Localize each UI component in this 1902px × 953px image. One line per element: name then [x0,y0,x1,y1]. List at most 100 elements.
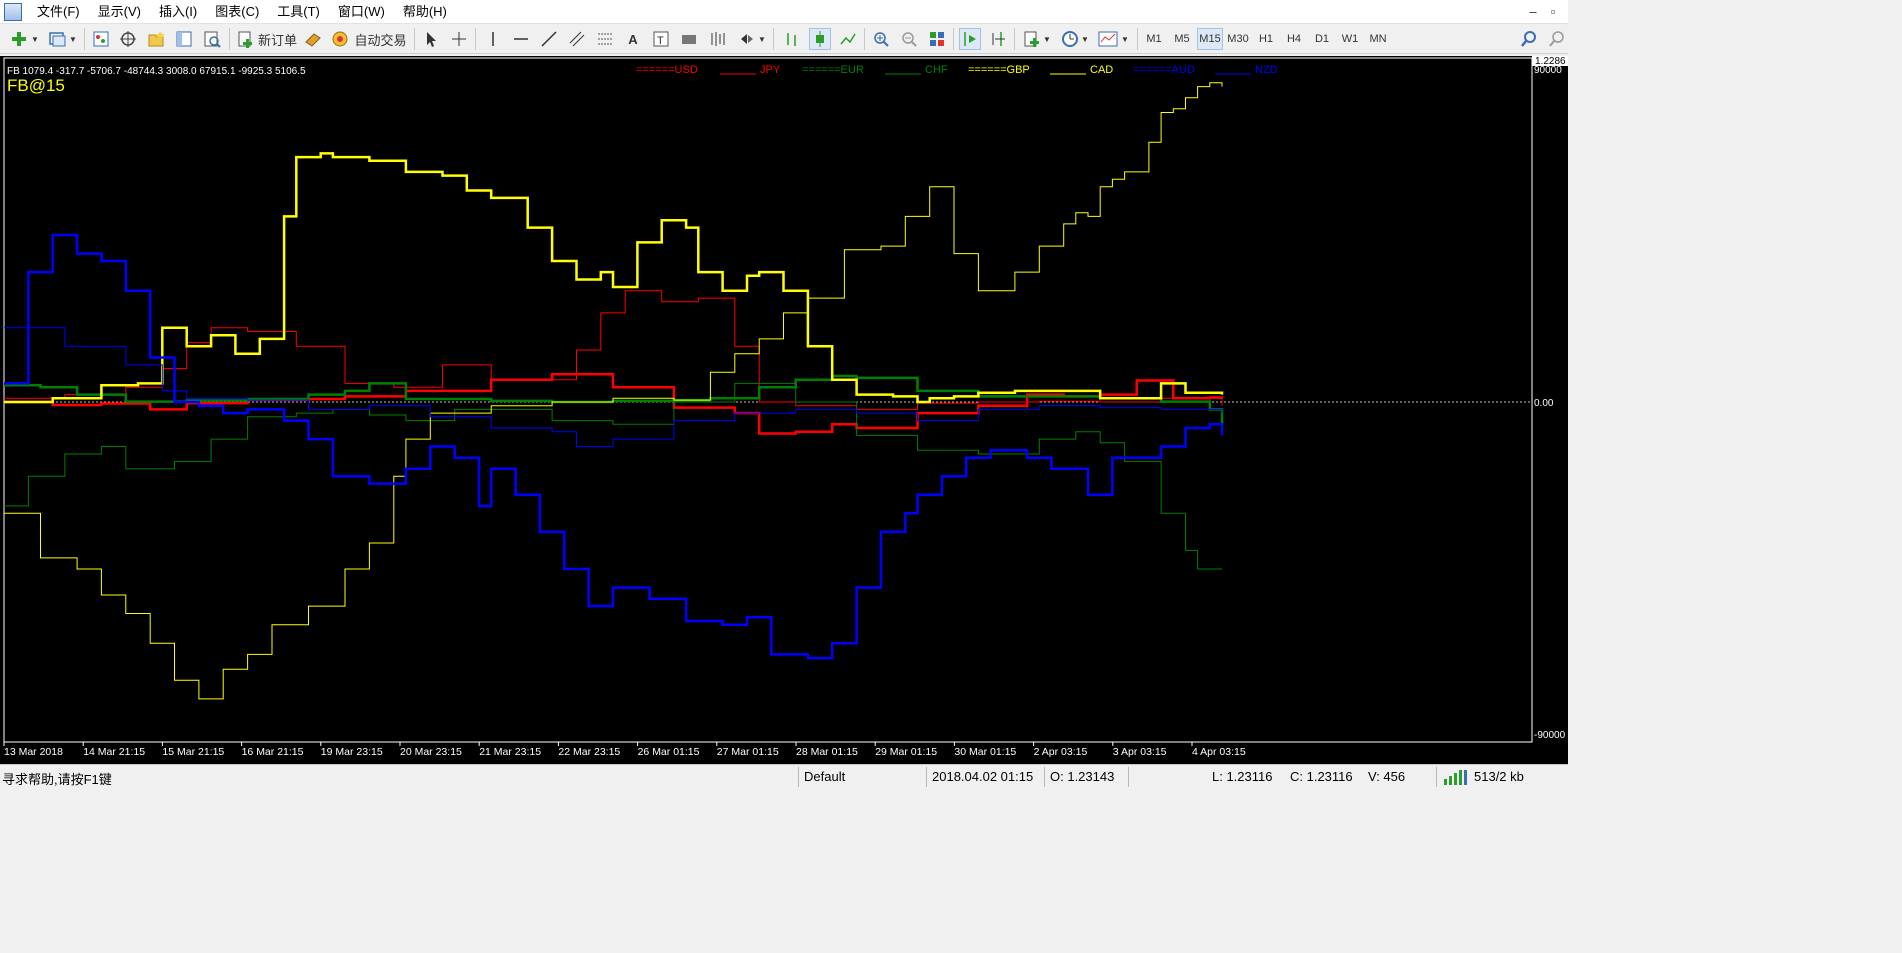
trendline-icon[interactable] [538,28,560,50]
toolbar-separator [414,28,415,50]
indicators-icon[interactable] [1021,28,1043,50]
bar-style-icon[interactable] [781,28,803,50]
toolbar-separator [953,28,954,50]
x-tick-label: 14 Mar 21:15 [83,746,145,758]
x-tick-label: 27 Mar 01:15 [717,746,779,758]
arrows-icon[interactable] [736,28,758,50]
timeframe-m5[interactable]: M5 [1169,28,1195,50]
x-tick-label: 13 Mar 2018 [4,746,63,758]
profiles-icon[interactable] [46,28,68,50]
candlestick-icon[interactable] [809,28,831,50]
new-order-label: 新订单 [257,32,297,48]
periods-clock-icon[interactable] [1059,28,1081,50]
timeframe-d1[interactable]: D1 [1309,28,1335,50]
timeframe-h1[interactable]: H1 [1253,28,1279,50]
search-icon[interactable] [1518,28,1540,50]
dropdown-arrow-icon[interactable]: ▼ [1043,28,1051,50]
timeframe-h4[interactable]: H4 [1281,28,1307,50]
timeframe-m15[interactable]: M15 [1197,28,1223,50]
status-separator [1128,767,1129,787]
crosshair-icon[interactable] [448,28,470,50]
dropdown-arrow-icon[interactable]: ▼ [1081,28,1089,50]
symbol-label: FB@15 [7,76,65,95]
minimize-button[interactable]: – [1524,3,1542,21]
horizontal-line-icon[interactable] [510,28,532,50]
dropdown-arrow-icon[interactable]: ▼ [1121,28,1129,50]
autoscroll-icon[interactable] [959,28,981,50]
legend-label: CAD [1090,64,1113,76]
timeframe-m1[interactable]: M1 [1141,28,1167,50]
terminal-icon[interactable] [173,28,195,50]
toolbar-separator [1137,28,1138,50]
status-close: C: 1.23116 [1290,769,1353,784]
auto-trading-label: 自动交易 [354,32,407,48]
x-tick-label: 26 Mar 01:15 [638,746,700,758]
zoom-out-icon[interactable] [898,28,920,50]
status-separator [1044,767,1045,787]
menu-list: 文件(F) 显示(V) 插入(I) 图表(C) 工具(T) 窗口(W) 帮助(H… [28,0,456,24]
timeframe-mn[interactable]: MN [1365,28,1391,50]
menu-window[interactable]: 窗口(W) [329,0,394,24]
x-tick-label: 16 Mar 21:15 [242,746,304,758]
vertical-line-icon[interactable] [482,28,504,50]
legend-label: JPY [760,64,781,76]
channel-icon[interactable] [566,28,588,50]
x-tick-label: 15 Mar 21:15 [162,746,224,758]
status-datetime: 2018.04.02 01:15 [932,769,1034,784]
auto-trading-button[interactable]: 自动交易 [330,28,408,50]
line-chart-icon[interactable] [837,28,859,50]
svg-text:T: T [657,35,664,47]
tile-windows-icon[interactable] [926,28,948,50]
timeframe-m30[interactable]: M30 [1225,28,1251,50]
fibonacci-icon[interactable] [594,28,616,50]
menu-charts[interactable]: 图表(C) [206,0,268,24]
navigator-icon[interactable] [145,28,167,50]
dropdown-arrow-icon[interactable]: ▼ [758,28,766,50]
status-traffic: 513/2 kb [1474,769,1524,784]
menu-file[interactable]: 文件(F) [28,0,89,24]
menu-insert[interactable]: 插入(I) [150,0,206,24]
price-axis-zero: 0.00 [1534,398,1554,409]
dropdown-arrow-icon[interactable]: ▼ [31,28,39,50]
strategy-tester-icon[interactable] [201,28,223,50]
status-separator [798,767,799,787]
app-icon[interactable] [4,2,22,21]
timeframe-w1[interactable]: W1 [1337,28,1363,50]
bar-chart-icon[interactable] [706,28,728,50]
chart-canvas[interactable]: 13 Mar 2018 14 Mar 21:15 15 Mar 21:15 16 Ma… [0,56,1568,764]
new-chart-icon[interactable] [8,28,30,50]
toolbar-separator [864,28,865,50]
toolbar-separator [475,28,476,50]
chart-shift-icon[interactable] [987,28,1009,50]
market-watch-icon[interactable] [90,28,112,50]
new-order-button[interactable]: 新订单 [236,28,298,50]
chart-window[interactable]: 13 Mar 2018 14 Mar 21:15 15 Mar 21:15 16 Ma… [0,56,1568,764]
metaeditor-icon[interactable] [302,28,324,50]
rectangle-icon[interactable] [678,28,700,50]
x-tick-label: 22 Mar 23:15 [558,746,620,758]
restore-button[interactable]: ▫ [1544,3,1562,21]
x-tick-label: 20 Mar 23:15 [400,746,462,758]
status-separator [926,767,927,787]
dropdown-arrow-icon[interactable]: ▼ [69,28,77,50]
cursor-icon[interactable] [420,28,442,50]
zoom-in-icon[interactable] [870,28,892,50]
data-window-icon[interactable] [117,28,139,50]
toolbar-separator [1014,28,1015,50]
menu-view[interactable]: 显示(V) [89,0,150,24]
x-tick-label: 29 Mar 01:15 [875,746,937,758]
x-tick-label: 19 Mar 23:15 [321,746,383,758]
series-group [4,82,1224,700]
menu-tools[interactable]: 工具(T) [268,0,329,24]
status-help-text: 寻求帮助,请按F1键 [2,772,112,787]
price-axis-max: 90000 [1534,65,1562,76]
community-icon[interactable] [1545,28,1567,50]
text-icon[interactable]: A [622,28,644,50]
text-label-icon[interactable]: T [650,28,672,50]
toolbar-separator [84,28,85,50]
status-volume: V: 456 [1368,769,1406,784]
status-low: L: 1.23116 [1212,769,1273,784]
menu-bar: 文件(F) 显示(V) 插入(I) 图表(C) 工具(T) 窗口(W) 帮助(H… [0,0,1568,24]
templates-icon[interactable] [1097,28,1119,50]
menu-help[interactable]: 帮助(H) [394,0,456,24]
